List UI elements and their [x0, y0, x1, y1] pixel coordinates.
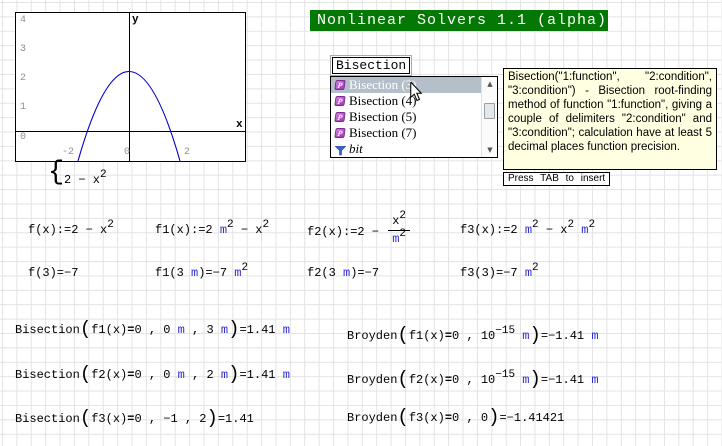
scrollbar-thumb[interactable]: [484, 103, 495, 119]
dropdown-item-bisection-7[interactable]: P Bisection (7): [331, 125, 481, 141]
plugin-icon: P: [334, 128, 345, 138]
evaluation-f1[interactable]: f1(3 m)=−7 m2: [155, 266, 248, 281]
function-description-tooltip: Bisection("1:function", "2:condition", "…: [503, 68, 717, 170]
y-tick: 4: [20, 15, 26, 26]
y-tick: 1: [20, 102, 26, 113]
dropdown-item-bit[interactable]: bit: [331, 141, 481, 157]
app-title-banner[interactable]: Nonlinear Solvers 1.1 (alpha): [310, 10, 608, 31]
bisection-call-f3[interactable]: Bisection(f3(x)=0 , −1 , 2)=1.41: [15, 412, 254, 426]
definition-f2[interactable]: f2(x):=2 − x2m2: [307, 215, 412, 249]
dropdown-item-label: Bisection (5): [349, 109, 417, 125]
evaluation-f2[interactable]: f2(3 m)=−7: [307, 266, 379, 280]
broyden-call-f1[interactable]: Broyden(f1(x)=0 , 10−15 m)=−1.41 m: [347, 329, 599, 344]
dropdown-item-label: Bisection (3): [349, 77, 417, 93]
formula-input-region[interactable]: Bisection: [330, 55, 412, 76]
dropdown-item-bisection-3[interactable]: P Bisection (3): [331, 77, 481, 93]
y-tick: 0: [20, 132, 26, 143]
definition-f1[interactable]: f1(x):=2 m2 − x2: [155, 223, 269, 238]
x-tick: -2: [62, 147, 74, 158]
dropdown-item-label: Bisection (7): [349, 125, 417, 141]
scroll-down-icon[interactable]: ▼: [482, 146, 498, 154]
evaluation-f3[interactable]: f3(3)=−7 m2: [460, 266, 539, 281]
plot-expression[interactable]: 2 − x2: [64, 173, 107, 188]
y-axis-label: y: [132, 14, 139, 26]
bisection-call-f2[interactable]: Bisection(f2(x)=0 , 0 m , 2 m)=1.41 m: [15, 368, 290, 382]
definition-f3[interactable]: f3(x):=2 m2 − x2 m2: [460, 223, 595, 238]
dropdown-item-bisection-5[interactable]: P Bisection (5): [331, 109, 481, 125]
xy-plot[interactable]: 4 3 2 1 0 -2 0 2 y x: [15, 12, 246, 162]
plugin-icon: P: [334, 80, 345, 90]
bisection-call-f1[interactable]: Bisection(f1(x)=0 , 0 m , 3 m)=1.41 m: [15, 323, 290, 337]
dropdown-item-label: Bisection (4): [349, 93, 417, 109]
dropdown-scrollbar[interactable]: ▲ ▼: [481, 77, 497, 157]
plot-expression-brace: {: [48, 158, 64, 188]
x-axis-label: x: [236, 119, 243, 131]
tab-insert-hint: Press TAB to insert: [503, 172, 610, 186]
parabola-curve: [16, 13, 245, 161]
plugin-icon: P: [334, 96, 345, 106]
broyden-call-f3[interactable]: Broyden(f3(x)=0 , 0)=−1.41421: [347, 411, 564, 425]
formula-input[interactable]: Bisection: [332, 57, 410, 74]
filter-icon: [335, 144, 346, 154]
broyden-call-f2[interactable]: Broyden(f2(x)=0 , 10−15 m)=−1.41 m: [347, 373, 599, 388]
plugin-icon: P: [334, 112, 345, 122]
definition-f[interactable]: f(x):=2 − x2: [28, 223, 114, 238]
y-tick: 3: [20, 44, 26, 55]
evaluation-f[interactable]: f(3)=−7: [28, 266, 78, 280]
y-tick: 2: [20, 73, 26, 84]
scroll-up-icon[interactable]: ▲: [482, 80, 498, 88]
dropdown-item-label: bit: [349, 141, 363, 157]
x-tick: 0: [124, 147, 130, 158]
dropdown-item-bisection-4[interactable]: P Bisection (4): [331, 93, 481, 109]
mouse-cursor-icon: [409, 82, 423, 102]
x-tick: 2: [184, 147, 190, 158]
